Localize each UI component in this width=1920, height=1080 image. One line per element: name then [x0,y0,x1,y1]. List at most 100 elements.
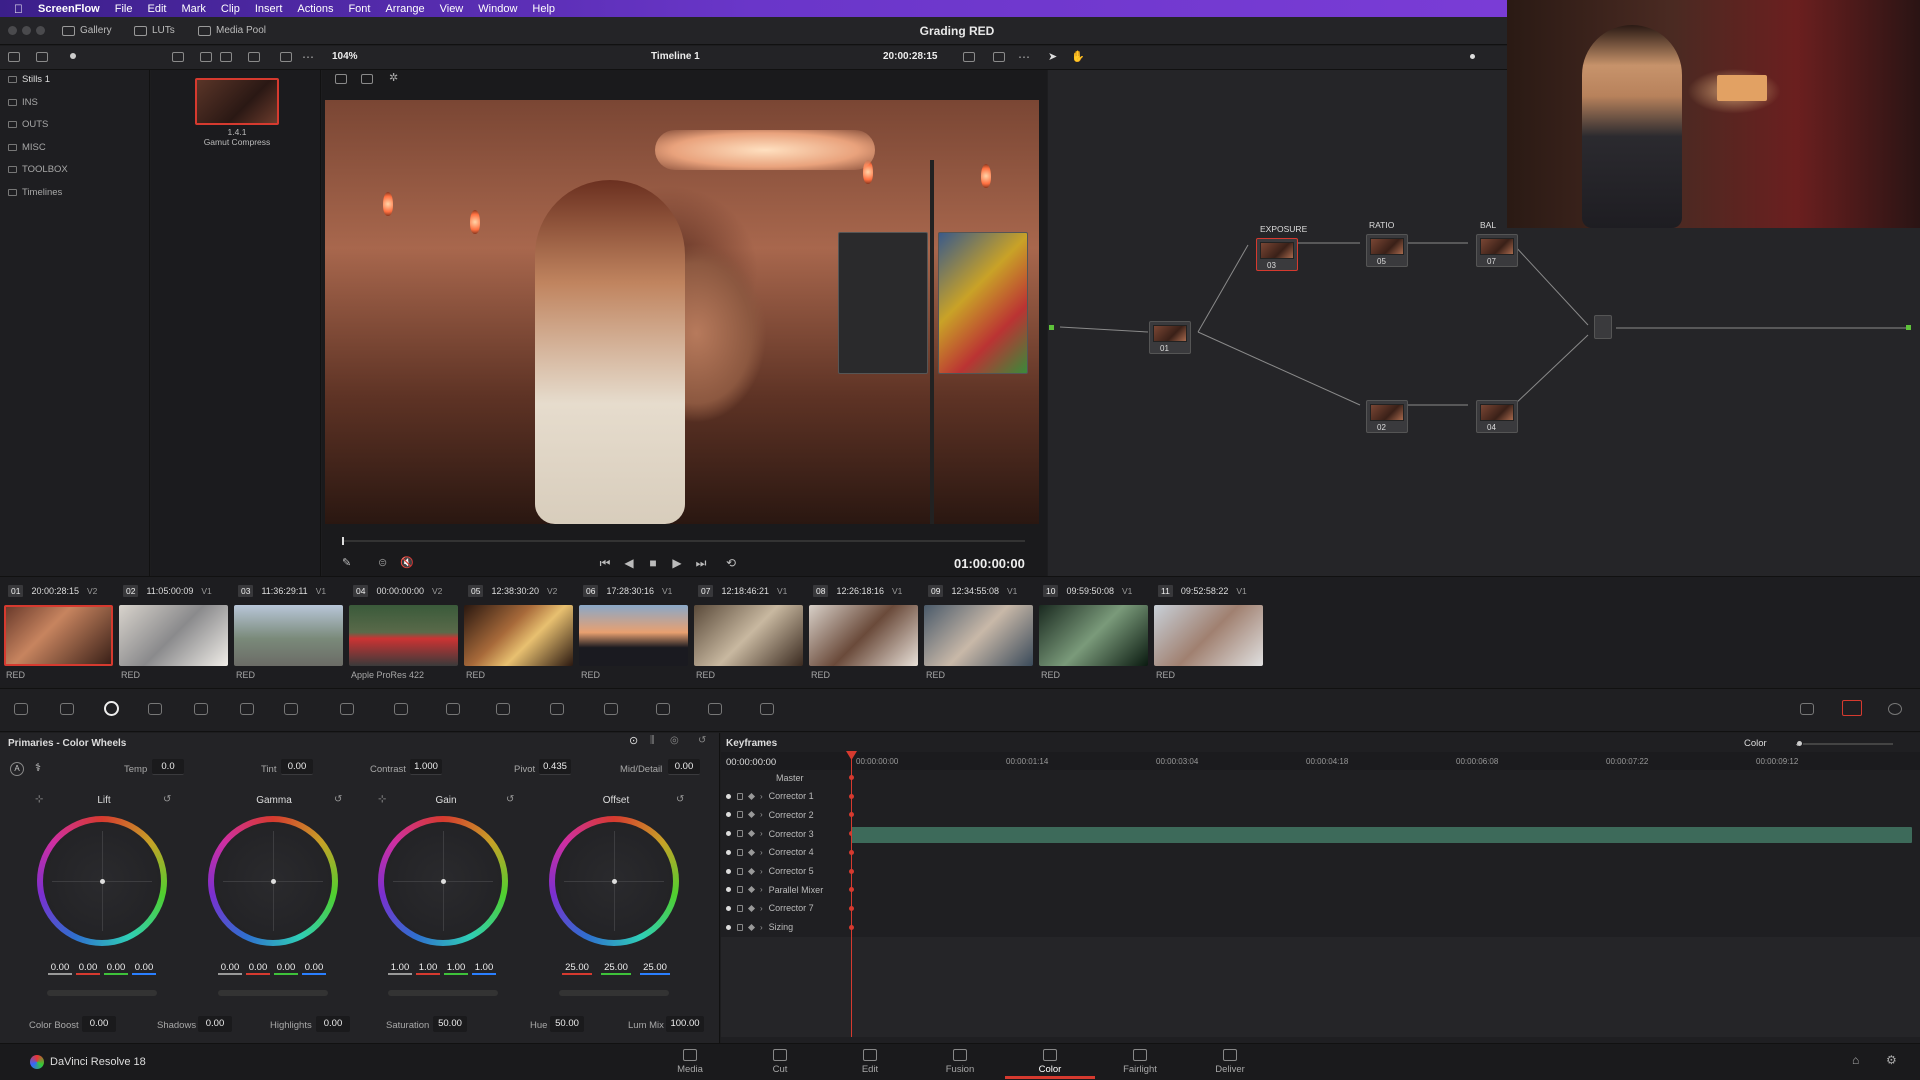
go-to-end-button[interactable]: ⏭ [694,557,708,569]
home-icon[interactable]: ⌂ [1852,1053,1859,1067]
keyframes-toggle-icon[interactable] [1800,703,1814,715]
shadows-value[interactable]: 0.00 [198,1016,232,1032]
page-tab-color[interactable]: Color [1005,1049,1095,1079]
expand-arrow-icon[interactable]: › [760,829,763,838]
pivot-value[interactable]: 0.435 [539,759,571,775]
lum-mix-value[interactable]: 100.00 [666,1016,704,1032]
panel-toggle-icon[interactable] [8,52,20,62]
clip-thumbnail[interactable] [694,605,803,666]
gallery-still-thumbnail[interactable] [195,78,279,125]
enable-dot-icon[interactable] [726,793,731,799]
bypass-icon[interactable] [963,52,975,62]
loop-mark-icon[interactable]: ⊜ [378,556,387,569]
sidebar-item-timelines[interactable]: Timelines [8,185,62,199]
tracker-icon[interactable] [496,703,510,715]
rgb-mixer-icon[interactable] [194,703,208,715]
stop-button[interactable]: ■ [646,557,660,569]
enable-dot-icon[interactable] [726,831,731,837]
timeline-selector[interactable]: Timeline 1 [651,51,700,62]
reset-all-icon[interactable]: ↺ [698,735,706,746]
offset-reset-icon[interactable]: ↺ [676,794,684,805]
lock-icon[interactable] [737,904,743,912]
menu-actions[interactable]: Actions [297,3,333,15]
expand-icon[interactable] [280,52,292,62]
color-boost-value[interactable]: 0.00 [82,1016,116,1032]
import-icon[interactable] [36,52,48,62]
scrubber-handle[interactable] [342,537,344,545]
menu-mark[interactable]: Mark [181,3,205,15]
zoom-level[interactable]: 104% [332,51,358,62]
lift-y-value[interactable]: 0.00 [48,962,72,975]
output-port[interactable] [1906,325,1911,330]
keyframe-track-row[interactable]: › Corrector 4 [726,845,814,860]
hue-value[interactable]: 50.00 [550,1016,584,1032]
lift-wheel-handle[interactable] [100,879,105,884]
page-tab-fairlight[interactable]: Fairlight [1095,1049,1185,1075]
blur-icon[interactable] [604,703,618,715]
lock-icon[interactable] [737,811,743,819]
clip-thumbnail[interactable] [464,605,573,666]
camera-raw-icon[interactable] [14,703,28,715]
gamma-r-value[interactable]: 0.00 [246,962,270,975]
info-icon[interactable] [1888,703,1902,715]
tint-value[interactable]: 0.00 [281,759,313,775]
gamma-master-slider[interactable] [218,990,328,996]
keyframe-diamond-icon[interactable] [747,867,756,875]
keyframe-diamond-icon[interactable] [747,886,756,894]
node-04[interactable]: 04 [1476,400,1518,433]
corrector-3-keyframe-bar[interactable] [851,827,1912,843]
keyframe-diamond-icon[interactable] [747,904,756,912]
sidebar-item-misc[interactable]: MISC [8,140,46,154]
lock-icon[interactable] [737,886,743,894]
lift-reset-icon[interactable]: ↺ [163,794,171,805]
menu-arrange[interactable]: Arrange [385,3,424,15]
keyframe-diamond-icon[interactable] [747,811,756,819]
expand-arrow-icon[interactable]: › [760,904,763,913]
sort-icon[interactable] [172,52,184,62]
enable-dot-icon[interactable] [726,812,731,818]
gamma-wheel[interactable] [208,816,338,946]
qualifier-icon[interactable] [394,703,408,715]
keyframe-diamond-icon[interactable] [747,830,756,838]
menu-edit[interactable]: Edit [147,3,166,15]
node-03[interactable]: 03 [1256,238,1298,271]
curves-icon[interactable] [284,703,298,715]
enable-dot-icon[interactable] [726,887,731,893]
lift-b-value[interactable]: 0.00 [132,962,156,975]
menu-clip[interactable]: Clip [221,3,240,15]
enable-dot-icon[interactable] [726,849,731,855]
parallel-mixer-node[interactable] [1594,315,1612,339]
menu-view[interactable]: View [440,3,464,15]
primaries-log-icon[interactable]: ◎ [670,735,679,746]
toolbar-timecode[interactable]: 20:00:28:15 [883,51,937,62]
clip-thumbnail[interactable] [1154,605,1263,666]
keyframes-mode-select[interactable]: Color [1744,738,1767,749]
gain-reset-icon[interactable]: ↺ [506,794,514,805]
sidebar-item-ins[interactable]: INS [8,95,38,109]
lift-picker-icon[interactable]: ⊹ [35,794,43,805]
clip-thumbnail[interactable] [349,605,458,666]
keyframe-playhead[interactable] [851,752,852,1037]
gain-y-value[interactable]: 1.00 [388,962,412,975]
split-view-icon[interactable] [361,74,373,84]
page-tab-cut[interactable]: Cut [735,1049,825,1075]
contrast-value[interactable]: 1.000 [410,759,442,775]
gain-wheel[interactable] [378,816,508,946]
expand-arrow-icon[interactable]: › [760,867,763,876]
gamma-g-value[interactable]: 0.00 [274,962,298,975]
loop-button[interactable]: ⟲ [724,557,738,569]
color-match-icon[interactable] [60,703,74,715]
keyframe-zoom-slider[interactable] [1803,743,1893,745]
node-07[interactable]: 07 [1476,234,1518,267]
keyframe-zoom-handle[interactable] [1797,741,1802,746]
keyframe-track-row[interactable]: › Corrector 1 [726,789,814,804]
offset-g-value[interactable]: 25.00 [601,962,631,975]
offset-wheel[interactable] [549,816,679,946]
eyedropper-icon[interactable]: ✎ [342,556,351,569]
lock-icon[interactable] [737,923,743,931]
window-icon[interactable] [446,703,460,715]
menu-insert[interactable]: Insert [255,3,283,15]
keyframe-track-row[interactable]: › Parallel Mixer [726,882,823,897]
page-tab-edit[interactable]: Edit [825,1049,915,1075]
menu-help[interactable]: Help [532,3,555,15]
